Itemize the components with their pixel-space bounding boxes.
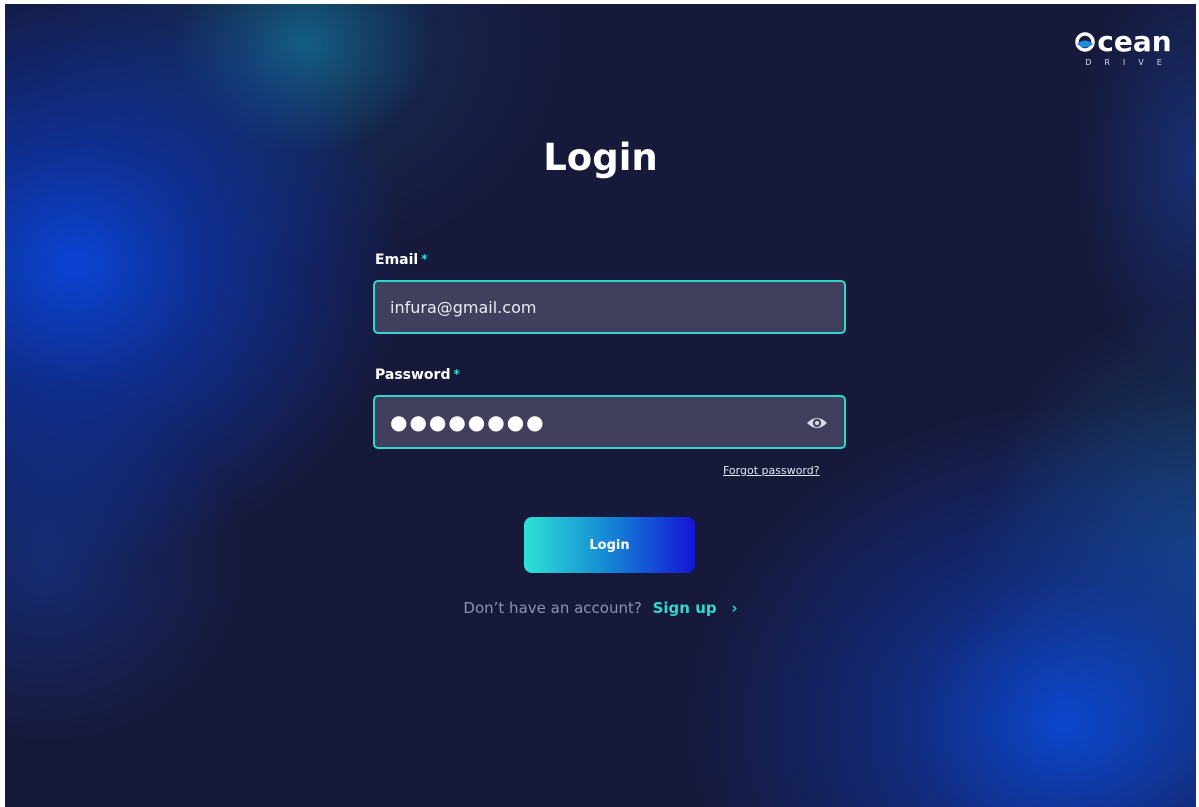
page-title: Login xyxy=(543,136,658,179)
login-screen: cean DRIVE Login Email * infura@gmail.com… xyxy=(5,4,1196,807)
signup-link[interactable]: Sign up xyxy=(653,599,717,617)
email-required-marker: * xyxy=(421,252,428,266)
chevron-right-icon[interactable]: › xyxy=(731,599,737,617)
forgot-password-link[interactable]: Forgot password? xyxy=(723,464,820,477)
logo-subtitle: DRIVE xyxy=(1085,58,1175,67)
logo-mark-icon xyxy=(1075,32,1096,52)
signup-prompt: Don’t have an account? Sign up › xyxy=(5,599,1196,617)
signup-question: Don’t have an account? xyxy=(463,599,642,617)
email-field-value: infura@gmail.com xyxy=(390,297,537,317)
password-required-marker: * xyxy=(453,367,460,381)
password-label: Password * xyxy=(375,367,460,383)
password-field[interactable]: ●●●●●●●● xyxy=(373,395,846,449)
ocean-drive-logo: cean DRIVE xyxy=(1068,28,1178,67)
email-label-text: Email xyxy=(375,252,419,268)
email-label: Email * xyxy=(375,252,427,268)
email-field[interactable]: infura@gmail.com xyxy=(373,280,846,334)
eye-icon[interactable] xyxy=(806,414,828,432)
login-button[interactable]: Login xyxy=(524,517,695,573)
password-field-value: ●●●●●●●● xyxy=(390,410,546,434)
logo-wordmark: cean xyxy=(1068,28,1178,56)
password-label-text: Password xyxy=(375,367,451,383)
logo-word-text: cean xyxy=(1097,25,1172,58)
